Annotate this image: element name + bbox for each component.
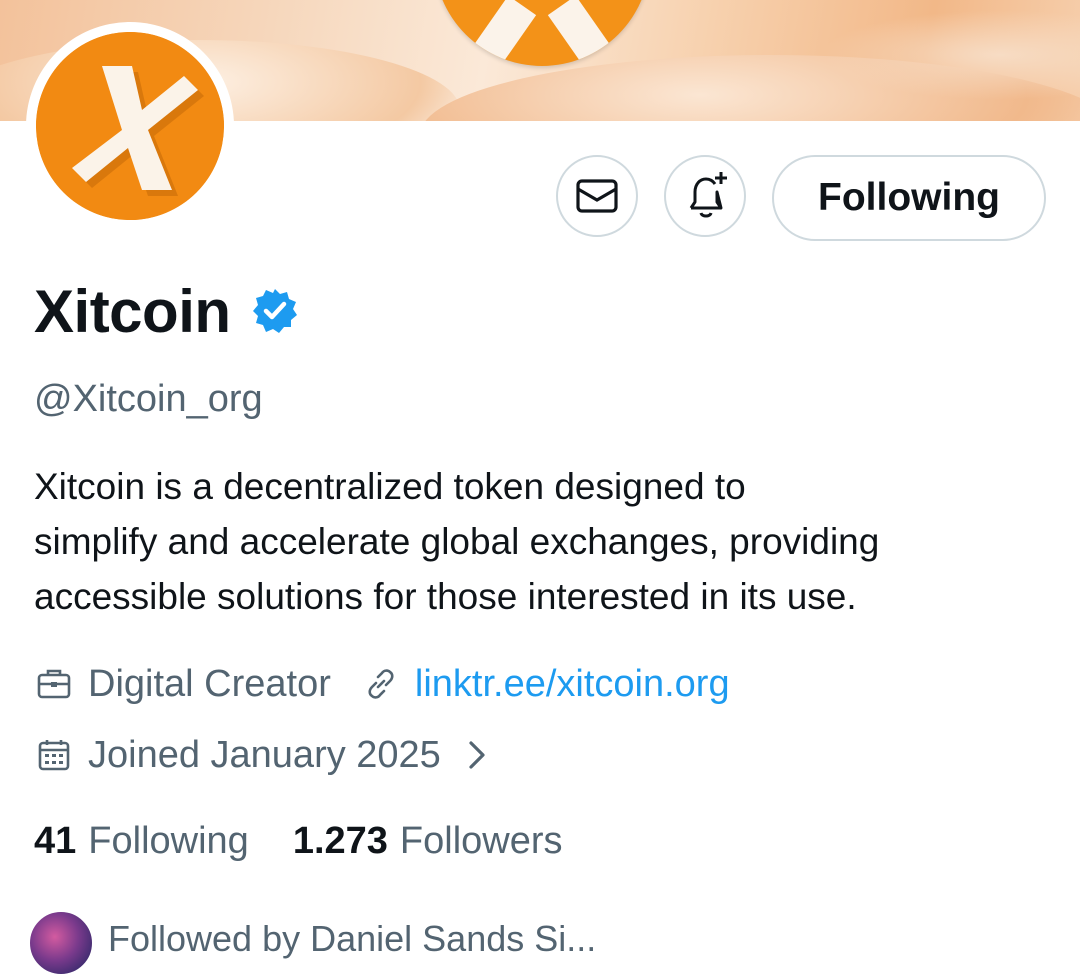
xitcoin-logo — [36, 32, 224, 220]
followers-label: Followers — [399, 819, 563, 862]
followed-by-row[interactable]: Followed by Daniel Sands Si... — [28, 910, 596, 976]
bio-line: Xitcoin is a decentralized token designe… — [34, 466, 746, 507]
profile-link[interactable]: linktr.ee/xitcoin.org — [415, 663, 730, 706]
followers-stat[interactable]: 1.273 Followers — [293, 820, 563, 863]
avatar[interactable] — [36, 32, 224, 220]
following-label: Following — [88, 819, 249, 862]
verified-badge-icon — [252, 289, 297, 333]
followed-by-text: Followed by Daniel Sands Si... — [108, 918, 597, 959]
message-button[interactable] — [556, 155, 638, 237]
bell-plus-icon — [689, 172, 727, 218]
notify-button[interactable] — [664, 155, 746, 237]
profile-meta-row: Digital Creator linktr.ee/xitcoin.org — [34, 658, 730, 710]
profile-name: Xitcoin — [34, 277, 231, 345]
following-button[interactable]: Following — [772, 155, 1046, 241]
following-count: 41 — [34, 819, 77, 862]
following-stat[interactable]: 41 Following — [34, 820, 249, 863]
calendar-icon — [34, 735, 74, 775]
envelope-icon — [576, 179, 618, 213]
profile-name-row: Xitcoin — [34, 276, 299, 346]
profile-meta-row: Joined January 2025 — [34, 729, 491, 781]
category-label: Digital Creator — [88, 662, 331, 705]
briefcase-icon — [34, 664, 74, 704]
profile-stats: 41 Following 1.273 Followers — [34, 815, 563, 867]
banner-logo — [434, 0, 650, 66]
bio-line: accessible solutions for those intereste… — [34, 576, 857, 617]
chevron-right-icon[interactable] — [465, 735, 491, 775]
profile-handle: @Xitcoin_org — [34, 378, 263, 420]
followers-count: 1.273 — [292, 819, 388, 862]
bio-line: simplify and accelerate global exchanges… — [34, 521, 880, 562]
profile-bio: Xitcoin is a decentralized token designe… — [34, 459, 1054, 624]
link-icon — [361, 664, 401, 704]
joined-date: Joined January 2025 — [88, 733, 441, 776]
avatar — [28, 910, 94, 976]
